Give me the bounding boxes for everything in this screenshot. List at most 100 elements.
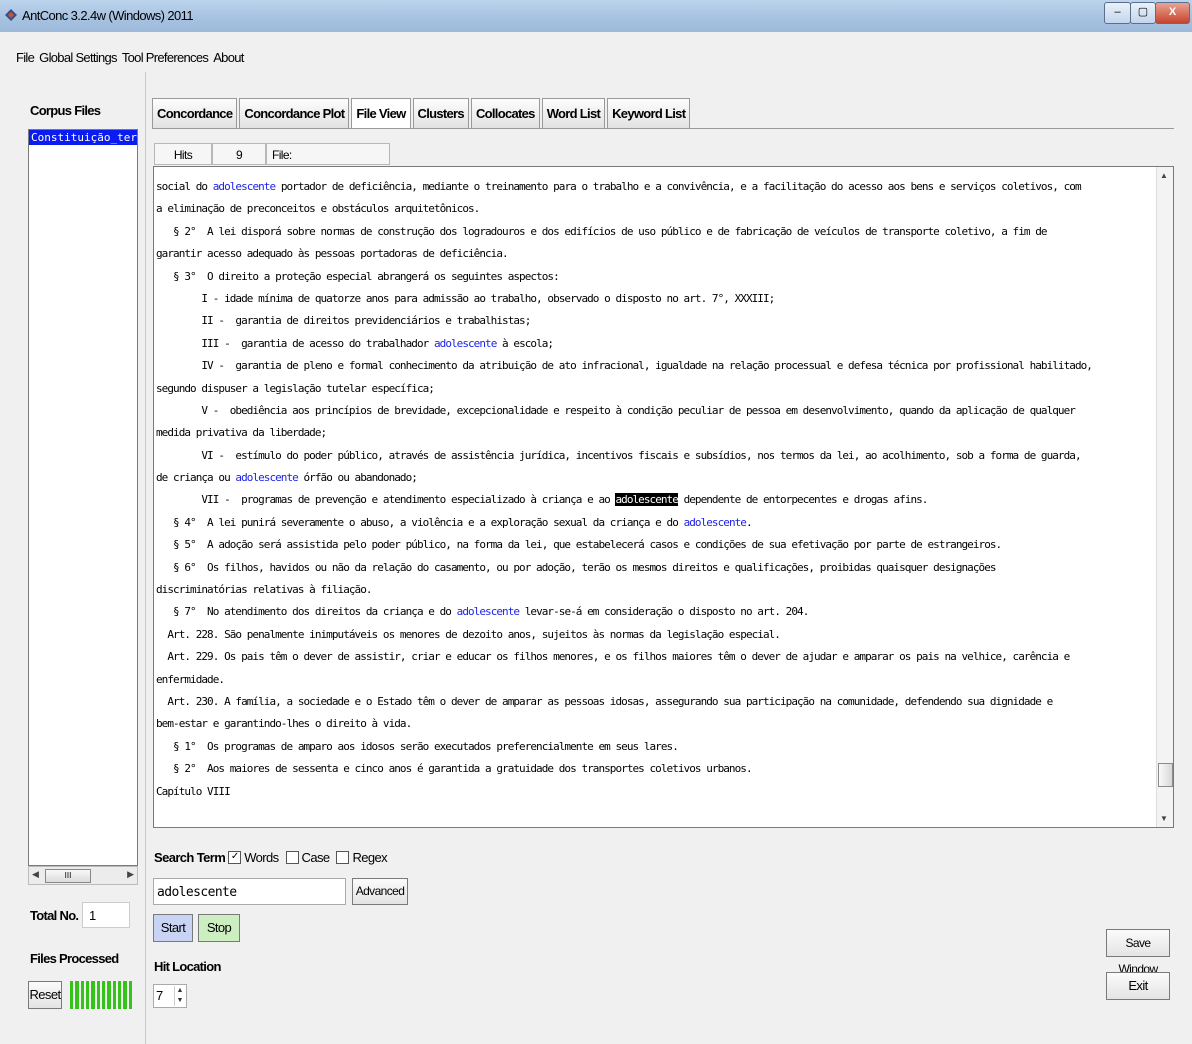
advanced-button[interactable]: Advanced — [352, 878, 408, 905]
menu-global-settings[interactable]: Global Settings — [39, 50, 117, 65]
text-line: III - garantia de acesso do trabalhador … — [156, 333, 1156, 355]
search-term-label: Search Term — [154, 850, 226, 865]
minimize-button[interactable]: – — [1104, 2, 1131, 24]
stop-button[interactable]: Stop — [198, 914, 240, 942]
text-line: § 2° A lei disporá sobre normas de const… — [156, 221, 1156, 243]
total-no-value: 1 — [82, 902, 130, 928]
progress-segment — [80, 981, 84, 1009]
tab-word-list[interactable]: Word List — [541, 98, 606, 128]
tab-collocates[interactable]: Collocates — [470, 98, 540, 128]
text-segment: III - garantia de acesso do trabalhador — [156, 336, 434, 350]
search-options: Search Term ✓ Words Case Regex — [154, 850, 388, 865]
text-segment: social do — [156, 180, 213, 193]
text-segment: levar-se-á em consideração o disposto no… — [519, 605, 810, 619]
text-line: VII - programas de prevenção e atendimen… — [156, 489, 1156, 511]
text-segment: dependente de entorpecentes e drogas afi… — [677, 493, 929, 507]
text-line: de criança ou adolescente órfão ou aband… — [156, 467, 1156, 489]
text-line: discriminatórias relativas à filiação. — [156, 579, 1156, 601]
text-segment: Art. 228. São penalmente inimputáveis os… — [156, 627, 781, 641]
text-segment: § 2° Aos maiores de sessenta e cinco ano… — [156, 762, 753, 776]
progress-segment — [123, 981, 127, 1009]
progress-segment — [117, 981, 122, 1009]
progress-segment — [70, 981, 74, 1009]
total-no-label: Total No. — [30, 908, 79, 923]
text-segment: discriminatórias relativas à filiação. — [156, 583, 373, 597]
text-line: bem-estar e garantindo-lhes o direito à … — [156, 713, 1156, 735]
text-line: a eliminação de preconceitos e obstáculo… — [156, 198, 1156, 220]
text-segment: Art. 230. A família, a sociedade e o Est… — [156, 694, 1053, 708]
text-scroll-thumb[interactable] — [1158, 763, 1173, 787]
text-line: medida privativa da liberdade; — [156, 422, 1156, 444]
keyword-hit: adolescente — [433, 336, 497, 350]
progress-segment — [128, 981, 132, 1009]
progress-segment — [91, 981, 95, 1009]
text-segment: segundo dispuser a legislação tutelar es… — [156, 381, 435, 395]
keyword-hit: adolescente — [683, 515, 747, 529]
text-segment: § 3° O direito a proteção especial abran… — [156, 269, 560, 283]
case-checkbox[interactable] — [285, 851, 299, 864]
text-line: V - obediência aos princípios de brevida… — [156, 400, 1156, 422]
tab-clusters[interactable]: Clusters — [412, 98, 469, 128]
text-line: enfermidade. — [156, 669, 1156, 691]
hit-location-spinner[interactable]: 7 ▲ ▼ — [153, 984, 187, 1008]
menu-tool-preferences[interactable]: Tool Preferences — [122, 50, 209, 65]
scroll-up-icon[interactable]: ▲ — [1160, 171, 1168, 180]
scroll-right-icon[interactable]: ▶ — [127, 869, 134, 880]
start-button[interactable]: Start — [153, 914, 193, 942]
text-line: § 3° O direito a proteção especial abran… — [156, 266, 1156, 288]
save-window-button[interactable]: Save Window — [1106, 929, 1170, 976]
case-label: Case — [301, 850, 331, 865]
words-checkbox[interactable]: ✓ — [228, 851, 242, 864]
keyword-hit: adolescente — [212, 180, 276, 193]
close-button[interactable]: X — [1155, 2, 1190, 24]
scroll-left-icon[interactable]: ◀ — [32, 869, 39, 880]
spinner-arrows-icon[interactable]: ▲ ▼ — [174, 986, 185, 1006]
file-text: social do adolescente portador de defici… — [156, 176, 1156, 803]
exit-button[interactable]: Exit — [1106, 972, 1170, 1000]
text-line: Art. 229. Os pais têm o dever de assisti… — [156, 646, 1156, 668]
text-segment: IV - garantia de pleno e formal conhecim… — [156, 359, 1093, 373]
tab-file-view[interactable]: File View — [351, 98, 411, 128]
text-line: IV - garantia de pleno e formal conhecim… — [156, 355, 1156, 377]
menu-about[interactable]: About — [213, 50, 244, 65]
search-input[interactable]: adolescente — [153, 878, 346, 905]
menu-file[interactable]: File — [16, 50, 35, 65]
keyword-hit: adolescente — [456, 605, 520, 619]
text-line: garantir acesso adequado às pessoas port… — [156, 243, 1156, 265]
text-line: II - garantia de direitos previdenciário… — [156, 310, 1156, 332]
file-list-hscrollbar[interactable]: ◀ III ▶ — [28, 866, 138, 885]
maximize-button[interactable]: ▢ — [1130, 2, 1156, 24]
hits-value: 9 — [212, 143, 266, 165]
text-segment: à escola; — [496, 336, 554, 350]
corpus-file-item[interactable]: Constituição_termisul.txt — [29, 130, 137, 145]
text-segment: V - obediência aos princípios de brevida… — [156, 403, 1076, 417]
window-title: AntConc 3.2.4w (Windows) 2011 — [22, 8, 194, 23]
reset-button[interactable]: Reset — [28, 981, 62, 1009]
panel-divider[interactable] — [145, 72, 146, 1044]
scroll-down-icon[interactable]: ▼ — [1160, 814, 1168, 823]
text-segment: bem-estar e garantindo-lhes o direito à … — [156, 717, 412, 731]
text-segment: Capítulo VIII — [156, 784, 231, 798]
file-view-text-area[interactable]: social do adolescente portador de defici… — [153, 166, 1174, 828]
tab-concordance[interactable]: Concordance — [152, 98, 238, 128]
text-line: I - idade mínima de quatorze anos para a… — [156, 288, 1156, 310]
text-line: § 6° Os filhos, havidos ou não da relaçã… — [156, 557, 1156, 579]
text-line: § 5° A adoção será assistida pelo poder … — [156, 534, 1156, 556]
hits-bar: Hits 9 File: Constituição_termisul.txt — [154, 143, 390, 184]
words-label: Words — [244, 850, 279, 865]
text-segment: de criança ou — [156, 471, 236, 485]
text-vscrollbar[interactable]: ▲ ▼ — [1156, 167, 1173, 827]
scroll-thumb[interactable]: III — [45, 869, 91, 883]
text-line: Capítulo VIII — [156, 781, 1156, 803]
corpus-files-label: Corpus Files — [30, 103, 101, 118]
text-line: social do adolescente portador de defici… — [156, 176, 1156, 198]
text-line: § 1° Os programas de amparo aos idosos s… — [156, 736, 1156, 758]
text-segment: . — [745, 515, 753, 529]
corpus-file-list[interactable]: Constituição_termisul.txt — [28, 129, 138, 866]
text-segment: órfão ou abandonado; — [297, 471, 418, 485]
regex-checkbox[interactable] — [336, 851, 350, 864]
regex-label: Regex — [352, 850, 388, 865]
tab-keyword-list[interactable]: Keyword List — [607, 98, 691, 128]
tab-concordance-plot[interactable]: Concordance Plot — [239, 98, 350, 128]
hit-location-value: 7 — [156, 988, 164, 1003]
